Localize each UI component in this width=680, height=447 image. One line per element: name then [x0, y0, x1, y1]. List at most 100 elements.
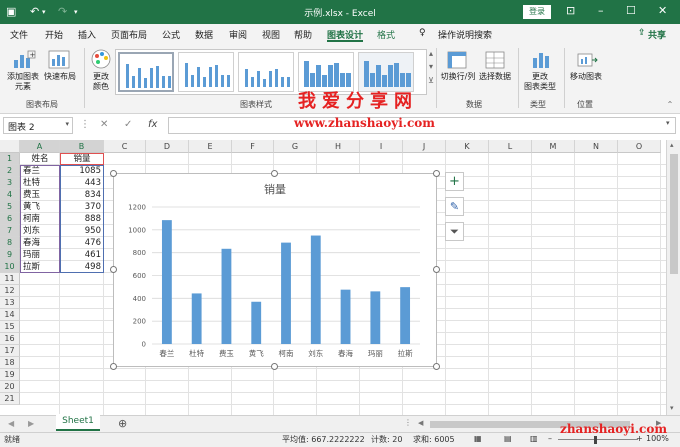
vertical-scrollbar[interactable]: ▴ ▾	[666, 140, 680, 415]
switch-row-column-label[interactable]: 切换行/列	[438, 72, 478, 82]
row-header-1[interactable]: 1	[0, 153, 20, 165]
column-header-H[interactable]: H	[317, 140, 360, 153]
tab-data[interactable]: 数据	[195, 28, 213, 41]
chart-style-4[interactable]	[298, 52, 354, 92]
row-header-8[interactable]: 8	[0, 237, 20, 249]
chart-area[interactable]: 销量 0 200 400 600 800 1000 1200 春兰 杜特 费玉 黄飞 柯南 刘东 春海 玛丽 拉…	[113, 173, 437, 367]
column-header-L[interactable]: L	[489, 140, 532, 153]
row-header-16[interactable]: 16	[0, 333, 20, 345]
row-header-9[interactable]: 9	[0, 249, 20, 261]
row-header-18[interactable]: 18	[0, 357, 20, 369]
palette-icon[interactable]	[90, 48, 112, 70]
bar-chart[interactable]: 销量 0 200 400 600 800 1000 1200 春兰 杜特 费玉 黄飞 柯南 刘东 春海 玛丽 拉…	[114, 174, 436, 366]
tab-insert[interactable]: 插入	[78, 28, 96, 41]
column-header-D[interactable]: D	[146, 140, 189, 153]
bar-刘东[interactable]	[310, 235, 321, 344]
bar-黄飞[interactable]	[251, 301, 262, 344]
minimize-icon[interactable]: –	[598, 4, 604, 17]
quick-layout-label[interactable]: 快速布局	[42, 72, 78, 82]
collapse-ribbon-icon[interactable]: ⌃	[664, 100, 676, 110]
row-header-20[interactable]: 20	[0, 381, 20, 393]
column-header-G[interactable]: G	[274, 140, 317, 153]
sheet-tab-sheet1[interactable]: Sheet1	[56, 414, 100, 431]
row-header-19[interactable]: 19	[0, 369, 20, 381]
scroll-down-icon[interactable]: ▾	[670, 404, 674, 412]
maximize-icon[interactable]: ☐	[626, 4, 636, 17]
resize-handle[interactable]	[110, 363, 117, 370]
change-chart-type-label[interactable]: 更改 图表类型	[520, 72, 560, 92]
scroll-thumb[interactable]	[670, 154, 678, 274]
column-header-O[interactable]: O	[618, 140, 661, 153]
page-layout-view-icon[interactable]: ▤	[504, 434, 512, 443]
tab-formulas[interactable]: 公式	[162, 28, 180, 41]
name-box[interactable]: 图表 2 ▾	[3, 117, 73, 134]
scroll-up-icon[interactable]: ▴	[670, 141, 674, 149]
row-header-2[interactable]: 2	[0, 165, 20, 177]
row-header-15[interactable]: 15	[0, 321, 20, 333]
ribbon-display-icon[interactable]: ⊡	[566, 4, 575, 17]
gallery-scroll-down-icon[interactable]: ▾	[427, 62, 435, 72]
tab-file[interactable]: 文件	[10, 28, 28, 41]
change-chart-type-icon[interactable]	[530, 50, 552, 70]
header-cell-name[interactable]: 姓名	[23, 153, 57, 165]
row-header-6[interactable]: 6	[0, 213, 20, 225]
tab-review[interactable]: 审阅	[229, 28, 247, 41]
column-header-B[interactable]: B	[60, 140, 104, 153]
prev-sheet-icon[interactable]: ◀	[8, 419, 14, 428]
add-chart-element-label[interactable]: 添加图表 元素	[4, 72, 42, 92]
column-header-C[interactable]: C	[104, 140, 146, 153]
row-header-21[interactable]: 21	[0, 393, 20, 405]
sheet-options-icon[interactable]: ⋮	[404, 418, 412, 427]
row-header-12[interactable]: 12	[0, 285, 20, 297]
resize-handle[interactable]	[433, 170, 440, 177]
column-header-A[interactable]: A	[20, 140, 60, 153]
bar-玛丽[interactable]	[370, 291, 381, 344]
select-data-icon[interactable]	[484, 50, 506, 70]
resize-handle[interactable]	[433, 363, 440, 370]
add-chart-element-icon[interactable]: +	[12, 50, 36, 70]
resize-handle[interactable]	[110, 170, 117, 177]
search-box[interactable]: 操作说明搜索	[438, 28, 492, 41]
chart-elements-plus-icon[interactable]: +	[445, 172, 464, 191]
column-header-N[interactable]: N	[575, 140, 618, 153]
next-sheet-icon[interactable]: ▶	[28, 419, 34, 428]
close-icon[interactable]: ✕	[658, 4, 667, 17]
cancel-icon[interactable]: ✕	[100, 119, 108, 130]
bar-费玉[interactable]	[221, 248, 232, 344]
login-button[interactable]: 登录	[523, 5, 551, 19]
column-header-M[interactable]: M	[532, 140, 575, 153]
expand-formula-icon[interactable]: ▾	[666, 119, 670, 127]
enter-icon[interactable]: ✓	[124, 119, 132, 130]
zoom-slider-thumb[interactable]	[594, 436, 597, 444]
tab-help[interactable]: 帮助	[294, 28, 312, 41]
page-break-view-icon[interactable]: ▥	[530, 434, 538, 443]
resize-handle[interactable]	[433, 266, 440, 273]
column-header-F[interactable]: F	[232, 140, 274, 153]
zoom-slider[interactable]	[558, 439, 638, 440]
column-header-I[interactable]: I	[360, 140, 403, 153]
column-header-J[interactable]: J	[403, 140, 446, 153]
gallery-scroll-up-icon[interactable]: ▴	[427, 49, 435, 59]
column-header-E[interactable]: E	[189, 140, 232, 153]
row-header-11[interactable]: 11	[0, 273, 20, 285]
column-header-K[interactable]: K	[446, 140, 489, 153]
insert-function-icon[interactable]: fx	[148, 119, 157, 130]
bar-杜特[interactable]	[191, 293, 202, 344]
share-button[interactable]: ⇪ 共享	[636, 26, 678, 42]
change-color-label[interactable]: 更改 颜色	[88, 72, 114, 92]
gallery-more-icon[interactable]: ⊻	[427, 76, 435, 86]
chart-style-1[interactable]	[118, 52, 174, 92]
tab-format[interactable]: 格式	[377, 28, 395, 41]
select-all-corner[interactable]	[0, 140, 20, 153]
row-header-13[interactable]: 13	[0, 297, 20, 309]
select-data-label[interactable]: 选择数据	[476, 72, 514, 82]
chart-styles-brush-icon[interactable]: ✎	[445, 197, 464, 216]
resize-handle[interactable]	[271, 363, 278, 370]
row-header-17[interactable]: 17	[0, 345, 20, 357]
chart-style-2[interactable]	[178, 52, 234, 92]
chart-style-5[interactable]	[358, 52, 414, 92]
bar-柯南[interactable]	[281, 242, 291, 344]
tab-page-layout[interactable]: 页面布局	[111, 28, 147, 41]
row-header-10[interactable]: 10	[0, 261, 20, 273]
resize-handle[interactable]	[271, 170, 278, 177]
